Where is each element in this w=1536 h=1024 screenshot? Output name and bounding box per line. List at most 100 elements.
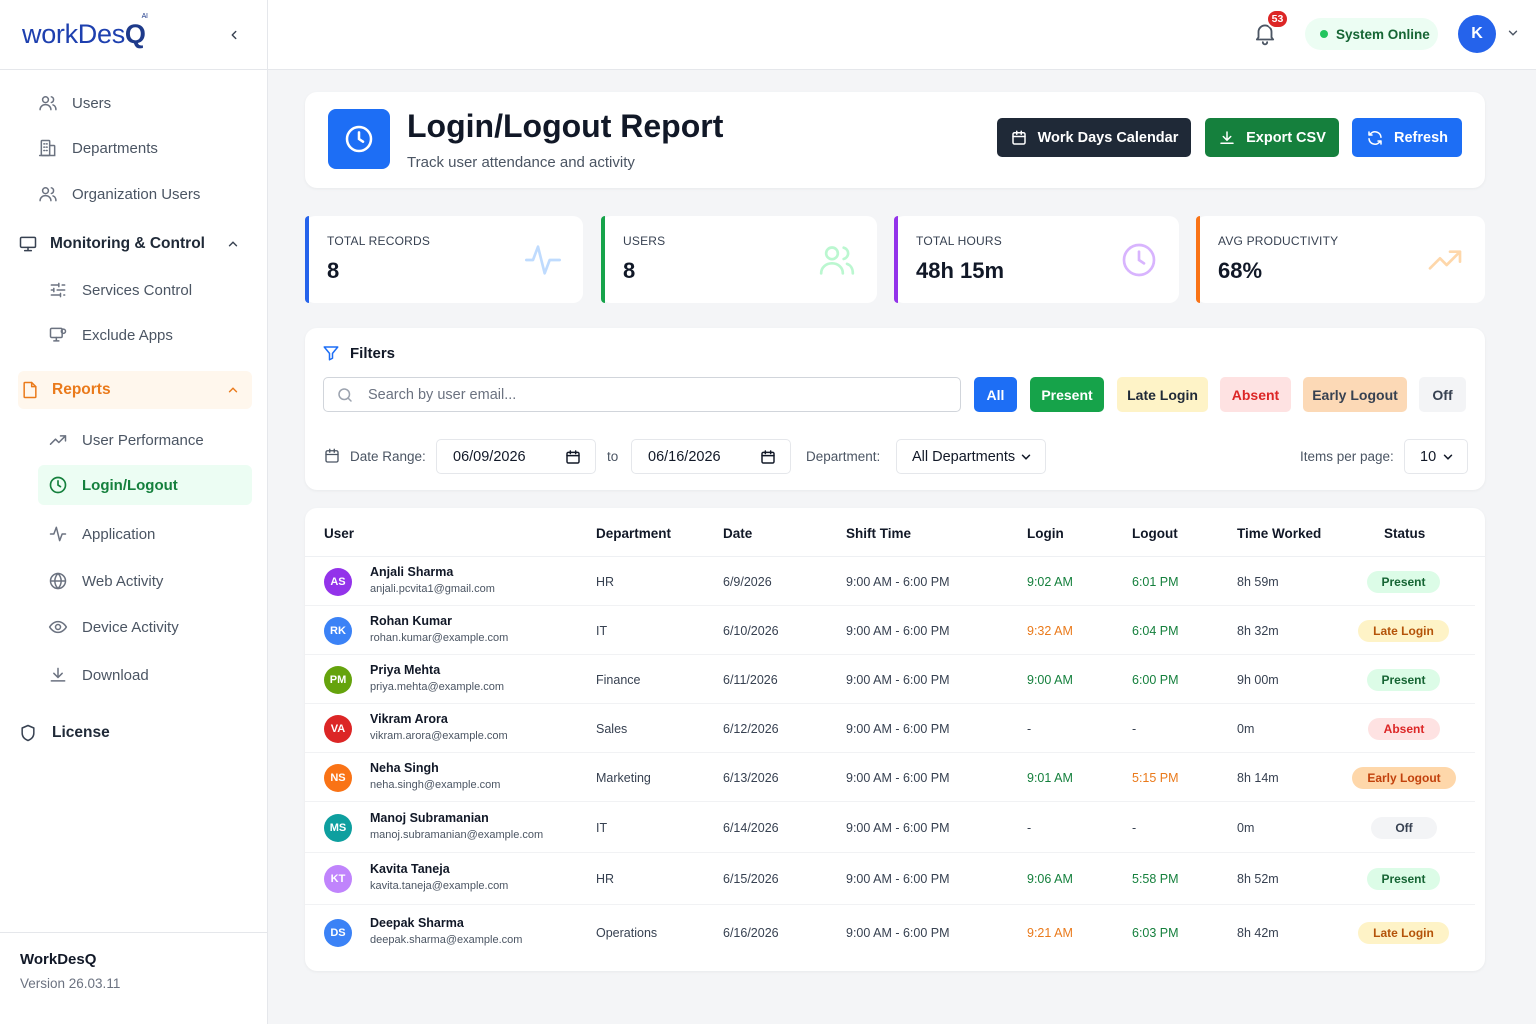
search-box: [323, 377, 961, 412]
cell-logout: 6:01 PM: [1132, 575, 1179, 589]
sidebar-section-reports[interactable]: Reports: [18, 371, 252, 409]
date-to-value: 06/16/2026: [648, 448, 721, 465]
clock-icon: [345, 125, 373, 153]
user-avatar: RK: [324, 617, 352, 645]
status-badge: Absent: [1368, 718, 1440, 740]
search-input[interactable]: [368, 386, 928, 403]
sidebar-item-login-logout[interactable]: Login/Logout: [38, 465, 252, 505]
stat-value: 68%: [1218, 258, 1263, 283]
user-name: Neha Singh: [370, 761, 439, 775]
calendar-icon: [1011, 130, 1026, 145]
filter-chip-absent[interactable]: Absent: [1220, 377, 1291, 412]
table-row[interactable]: RK Rohan Kumar rohan.kumar@example.com IT 6/…: [305, 606, 1475, 655]
sidebar-item-organization-users[interactable]: Organization Users: [38, 184, 200, 204]
filters-heading: Filters: [322, 344, 395, 362]
user-name: Kavita Taneja: [370, 862, 450, 876]
table-row[interactable]: KT Kavita Taneja kavita.taneja@example.com…: [305, 853, 1475, 905]
user-email: neha.singh@example.com: [370, 779, 501, 791]
user-email: vikram.arora@example.com: [370, 730, 508, 742]
column-header-status[interactable]: Status: [1384, 526, 1425, 541]
sidebar-item-services-control[interactable]: Services Control: [48, 280, 192, 300]
sidebar-item-download[interactable]: Download: [48, 665, 149, 685]
table-row[interactable]: PM Priya Mehta priya.mehta@example.com Fina…: [305, 655, 1475, 704]
status-badge: Early Logout: [1352, 767, 1456, 789]
filter-chip-present[interactable]: Present: [1030, 377, 1104, 412]
chevron-up-icon: [228, 387, 238, 393]
table-row[interactable]: DS Deepak Sharma deepak.sharma@example.com…: [305, 905, 1475, 960]
column-header-user[interactable]: User: [324, 526, 354, 541]
date-from-input[interactable]: 06/09/2026: [436, 439, 596, 474]
sidebar-item-exclude-apps[interactable]: Exclude Apps: [48, 325, 173, 345]
table-row[interactable]: MS Manoj Subramanian manoj.subramanian@exa…: [305, 802, 1475, 853]
sidebar-item-device-activity[interactable]: Device Activity: [48, 617, 179, 637]
stat-accent-bar: [1196, 216, 1200, 303]
column-header-shift-time[interactable]: Shift Time: [846, 526, 911, 541]
status-badge: Present: [1367, 571, 1440, 593]
sidebar-item-departments[interactable]: Departments: [38, 138, 158, 158]
stat-card-users: USERS 8: [601, 216, 877, 303]
cell-shift-time: 9:00 AM - 6:00 PM: [846, 821, 950, 835]
filters-title: Filters: [350, 344, 396, 362]
user-name: Rohan Kumar: [370, 614, 452, 628]
calendar-icon: [761, 449, 775, 464]
filter-icon: [323, 346, 339, 361]
filter-chip-early-logout[interactable]: Early Logout: [1303, 377, 1407, 412]
app-logo[interactable]: workDesQ AI: [22, 13, 148, 50]
work-days-calendar-button[interactable]: Work Days Calendar: [997, 118, 1191, 157]
cell-shift-time: 9:00 AM - 6:00 PM: [846, 722, 950, 736]
logo-text-bold: Q: [124, 19, 146, 49]
chevron-down-icon[interactable]: [1506, 26, 1520, 40]
refresh-button[interactable]: Refresh: [1352, 118, 1462, 157]
table-row[interactable]: NS Neha Singh neha.singh@example.com Market…: [305, 753, 1475, 802]
sidebar-item-application[interactable]: Application: [48, 524, 155, 544]
user-avatar[interactable]: K: [1458, 15, 1496, 53]
stat-card-total-hours: TOTAL HOURS 48h 15m: [894, 216, 1179, 303]
product-version: Version 26.03.11: [20, 976, 121, 991]
column-header-logout[interactable]: Logout: [1132, 526, 1178, 541]
user-name: Vikram Arora: [370, 712, 448, 726]
sidebar-item-label: Web Activity: [82, 572, 164, 590]
system-status-pill: System Online: [1305, 18, 1438, 50]
filter-chip-off[interactable]: Off: [1419, 377, 1466, 412]
cell-login: 9:32 AM: [1027, 624, 1073, 638]
user-name: Manoj Subramanian: [370, 811, 489, 825]
sidebar-item-label: License: [52, 724, 110, 741]
cell-department: Finance: [596, 673, 641, 687]
cell-time-worked: 0m: [1237, 722, 1255, 736]
export-csv-button[interactable]: Export CSV: [1205, 118, 1339, 157]
user-email: anjali.pcvita1@gmail.com: [370, 583, 495, 595]
column-header-time-worked[interactable]: Time Worked: [1237, 526, 1321, 541]
sidebar-section-monitoring[interactable]: Monitoring & Control: [18, 225, 252, 263]
cell-date: 6/16/2026: [723, 926, 779, 940]
cell-shift-time: 9:00 AM - 6:00 PM: [846, 673, 950, 687]
column-header-date[interactable]: Date: [723, 526, 752, 541]
filter-chip-all[interactable]: All: [974, 377, 1017, 412]
cell-department: IT: [596, 821, 608, 835]
sidebar-item-license[interactable]: License: [18, 723, 110, 743]
user-email: deepak.sharma@example.com: [370, 934, 523, 946]
users-icon: [39, 187, 57, 202]
user-name: Priya Mehta: [370, 663, 441, 677]
date-to-input[interactable]: 06/16/2026: [631, 439, 791, 474]
user-email: priya.mehta@example.com: [370, 681, 505, 693]
monitor-icon: [19, 236, 37, 252]
sidebar-item-user-performance[interactable]: User Performance: [48, 430, 204, 450]
sidebar-item-users[interactable]: Users: [38, 93, 111, 113]
table-row[interactable]: AS Anjali Sharma anjali.pcvita1@gmail.com H…: [305, 557, 1475, 606]
notification-count-badge: 53: [1266, 9, 1289, 29]
user-email: manoj.subramanian@example.com: [370, 829, 544, 841]
stat-label: TOTAL HOURS: [916, 234, 1002, 248]
collapse-sidebar-button[interactable]: [223, 24, 245, 46]
items-per-page-select[interactable]: 10: [1404, 439, 1468, 474]
status-badge: Late Login: [1358, 922, 1449, 944]
column-header-department[interactable]: Department: [596, 526, 671, 541]
date-from-value: 06/09/2026: [453, 448, 526, 465]
sidebar-item-web-activity[interactable]: Web Activity: [48, 571, 163, 591]
department-select[interactable]: All Departments: [896, 439, 1046, 474]
column-header-login[interactable]: Login: [1027, 526, 1064, 541]
filter-chip-late-login[interactable]: Late Login: [1117, 377, 1208, 412]
table-row[interactable]: VA Vikram Arora vikram.arora@example.com Sa…: [305, 704, 1475, 753]
calendar-icon: [566, 449, 580, 464]
stat-card-avg-productivity: AVG PRODUCTIVITY 68%: [1196, 216, 1485, 303]
users-icon: [819, 246, 855, 275]
